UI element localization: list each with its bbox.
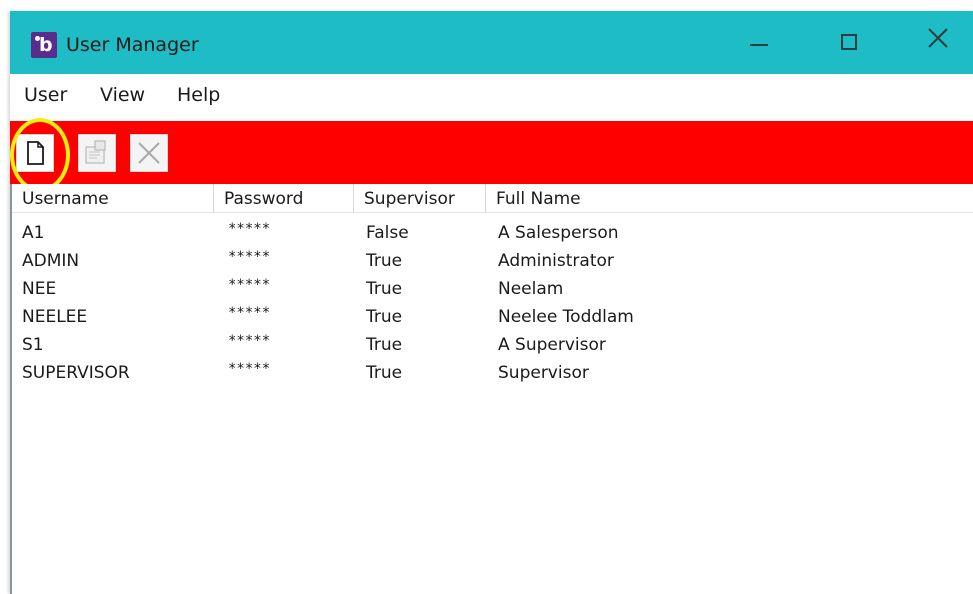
table-row[interactable]: NEELEE ***** True Neelee Toddlam <box>12 303 973 331</box>
menu-bar: User View Help <box>10 74 973 116</box>
cell-full-name: A Supervisor <box>498 335 606 355</box>
cell-supervisor: True <box>366 251 403 271</box>
new-document-icon <box>27 141 44 165</box>
cell-username: S1 <box>22 335 44 355</box>
cell-password: ***** <box>228 305 271 321</box>
cell-username: SUPERVISOR <box>22 363 130 383</box>
new-user-button[interactable] <box>16 134 54 172</box>
user-manager-window: b User Manager User View Help Username P… <box>10 11 973 594</box>
properties-icon <box>85 140 106 164</box>
app-icon[interactable]: b <box>31 32 57 58</box>
title-bar[interactable]: b User Manager <box>10 11 973 74</box>
cell-supervisor: True <box>366 335 403 355</box>
delete-user-button[interactable] <box>130 134 168 172</box>
table-row[interactable]: A1 ***** False A Salesperson <box>12 219 973 247</box>
cell-username: NEELEE <box>22 307 88 327</box>
cell-supervisor: False <box>366 223 409 243</box>
delete-icon <box>138 142 160 164</box>
minimize-button[interactable] <box>728 11 788 74</box>
cell-username: A1 <box>22 223 45 243</box>
table-row[interactable]: ADMIN ***** True Administrator <box>12 247 973 275</box>
column-header-username[interactable]: Username <box>12 184 214 212</box>
cell-full-name: Neelam <box>498 279 564 299</box>
column-header-full-name[interactable]: Full Name <box>486 184 973 212</box>
cell-username: ADMIN <box>22 251 80 271</box>
cell-full-name: Administrator <box>498 251 614 271</box>
minimize-icon <box>750 44 768 46</box>
maximize-icon <box>841 34 857 50</box>
column-header-supervisor[interactable]: Supervisor <box>354 184 486 212</box>
cell-password: ***** <box>228 277 271 293</box>
table-row[interactable]: SUPERVISOR ***** True Supervisor <box>12 359 973 387</box>
cell-supervisor: True <box>366 279 403 299</box>
menu-help[interactable]: Help <box>177 82 220 108</box>
toolbar <box>10 116 973 192</box>
app-icon-glyph: b <box>39 34 53 56</box>
list-header: Username Password Supervisor Full Name <box>12 184 973 213</box>
cell-password: ***** <box>228 361 271 377</box>
menu-view[interactable]: View <box>100 82 145 108</box>
maximize-button[interactable] <box>820 11 880 74</box>
user-properties-button[interactable] <box>78 134 116 172</box>
cell-full-name: Supervisor <box>498 363 589 383</box>
users-list[interactable]: Username Password Supervisor Full Name A… <box>10 184 973 594</box>
window-title: User Manager <box>66 34 199 56</box>
cell-password: ***** <box>228 221 271 237</box>
table-row[interactable]: NEE ***** True Neelam <box>12 275 973 303</box>
menu-user[interactable]: User <box>24 82 67 108</box>
table-row[interactable]: S1 ***** True A Supervisor <box>12 331 973 359</box>
close-button[interactable] <box>908 11 968 74</box>
close-icon <box>928 28 948 48</box>
list-rows: A1 ***** False A Salesperson ADMIN *****… <box>12 219 973 387</box>
cell-supervisor: True <box>366 363 403 383</box>
cell-full-name: Neelee Toddlam <box>498 307 634 327</box>
cell-username: NEE <box>22 279 57 299</box>
cell-full-name: A Salesperson <box>498 223 619 243</box>
toolbar-top-strip <box>10 116 973 121</box>
cell-password: ***** <box>228 249 271 265</box>
column-header-password[interactable]: Password <box>214 184 354 212</box>
cell-password: ***** <box>228 333 271 349</box>
cell-supervisor: True <box>366 307 403 327</box>
